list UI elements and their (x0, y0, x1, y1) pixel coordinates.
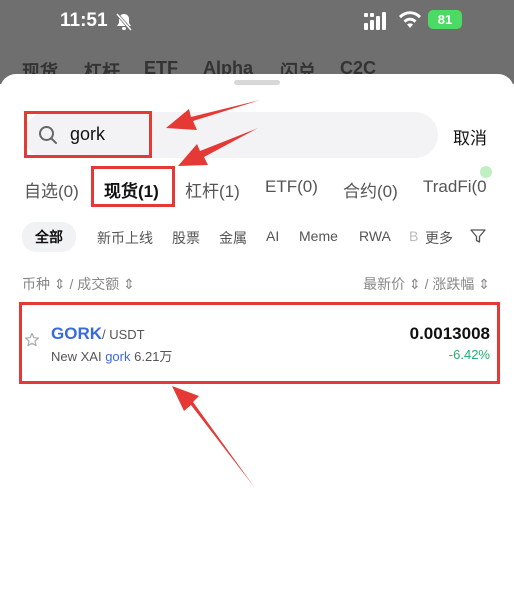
annotation-arrow-result (172, 386, 255, 488)
annotation-arrows (166, 100, 260, 488)
annotation-arrow-search (166, 100, 260, 130)
annotation-arrow-spot-tab (178, 128, 258, 166)
